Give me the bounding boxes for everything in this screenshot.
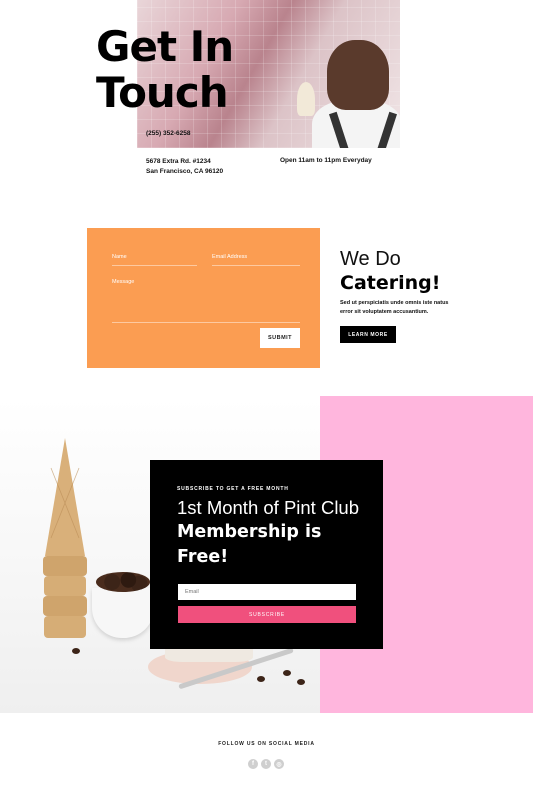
submit-button[interactable]: SUBMIT <box>260 328 300 348</box>
email-field-label: Email Address <box>212 254 248 260</box>
twitter-icon[interactable]: t <box>261 759 271 769</box>
wafer-cone-icon <box>43 438 87 638</box>
message-field-label: Message <box>112 279 135 285</box>
contact-form: Name Email Address Message SUBMIT <box>87 228 320 368</box>
email-input[interactable] <box>178 584 356 600</box>
catering-title-light: We Do <box>340 248 401 270</box>
learn-more-button[interactable]: LEARN MORE <box>340 326 396 343</box>
message-field[interactable] <box>112 322 300 323</box>
page-title: Get In Touch <box>96 22 234 117</box>
catering-description: Sed ut perspiciatis unde omnis iste natu… <box>340 300 449 315</box>
bowl <box>92 588 154 638</box>
subscribe-eyebrow: SUBSCRIBE TO GET A FREE MONTH <box>177 486 289 492</box>
follow-us-label: FOLLOW US ON SOCIAL MEDIA <box>218 741 315 747</box>
opening-hours: Open 11am to 11pm Everyday <box>280 157 372 164</box>
catering-title-bold: Catering! <box>340 272 441 294</box>
subscribe-button[interactable]: SUBSCRIBE <box>178 606 356 623</box>
facebook-icon[interactable]: f <box>248 759 258 769</box>
subscribe-card: SUBSCRIBE TO GET A FREE MONTH 1st Month … <box>150 460 383 649</box>
instagram-icon[interactable]: ◎ <box>274 759 284 769</box>
address: 5678 Extra Rd. #1234 San Francisco, CA 9… <box>146 158 224 175</box>
email-field[interactable] <box>212 265 300 266</box>
subscribe-title: 1st Month of Pint Club Membership is Fre… <box>177 497 360 567</box>
coffee-beans <box>96 572 150 592</box>
name-field-label: Name <box>112 254 127 260</box>
name-field[interactable] <box>112 265 197 266</box>
phone-number[interactable]: (255) 352-6258 <box>146 130 190 137</box>
